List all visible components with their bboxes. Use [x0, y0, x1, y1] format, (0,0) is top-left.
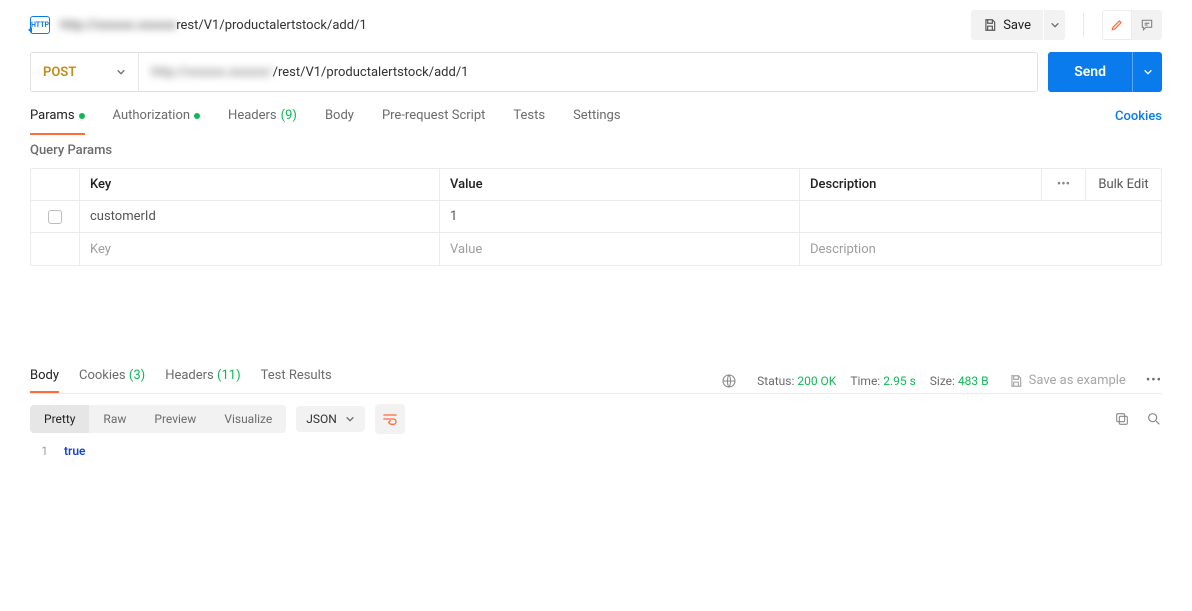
save-button-group: Save [971, 10, 1065, 40]
param-desc-input[interactable]: Description [799, 233, 1041, 265]
wrap-lines-button[interactable] [375, 404, 405, 434]
save-icon [983, 18, 997, 32]
chevron-down-icon [1050, 20, 1060, 30]
view-pretty[interactable]: Pretty [30, 405, 89, 433]
response-type-select[interactable]: JSON [296, 406, 365, 432]
save-icon [1009, 374, 1023, 388]
column-key: Key [79, 169, 439, 200]
cookies-link[interactable]: Cookies [1115, 109, 1162, 134]
method-label: POST [43, 65, 76, 80]
chevron-down-icon [116, 67, 126, 77]
save-button[interactable]: Save [971, 10, 1043, 40]
chevron-down-icon [1143, 67, 1153, 77]
tab-title-path: rest/V1/productalertstock/add/1 [176, 18, 367, 33]
column-description: Description [799, 169, 1041, 200]
divider [1083, 13, 1084, 37]
view-mode-segmented: Pretty Raw Preview Visualize [30, 405, 286, 433]
comment-button[interactable] [1132, 10, 1162, 40]
send-dropdown[interactable] [1132, 52, 1162, 92]
url-path: /rest/V1/productalertstock/add/1 [273, 65, 469, 80]
url-host: http://xxxxxx.xxxxxx/ [151, 65, 273, 80]
param-key-input[interactable]: Key [79, 233, 439, 265]
tab-authorization[interactable]: Authorization [113, 108, 201, 135]
row-checkbox[interactable] [48, 210, 62, 224]
size-value: 483 B [958, 374, 989, 388]
send-button-group: Send [1048, 52, 1162, 92]
table-row: customerId 1 [31, 201, 1161, 233]
dots-icon: ••• [1057, 177, 1070, 192]
param-value-input[interactable]: Value [439, 233, 799, 265]
response-tab-cookies[interactable]: Cookies (3) [79, 368, 145, 393]
response-tab-headers[interactable]: Headers (11) [165, 368, 240, 393]
more-actions[interactable]: ••• [1146, 373, 1162, 388]
tab-headers[interactable]: Headers (9) [228, 108, 297, 135]
chevron-down-icon [345, 414, 355, 424]
tab-title-host: http://xxxxxx.xxxxxx [60, 18, 176, 33]
table-header-row: Key Value Description ••• Bulk Edit [31, 169, 1161, 201]
code-token: true [64, 444, 86, 458]
param-value-input[interactable]: 1 [439, 201, 799, 232]
method-select[interactable]: POST [31, 53, 139, 91]
more-options[interactable]: ••• [1041, 169, 1085, 200]
param-desc-input[interactable] [799, 201, 1041, 232]
dot-icon [79, 113, 85, 119]
query-params-table: Key Value Description ••• Bulk Edit cust… [30, 168, 1162, 266]
tab-prerequest[interactable]: Pre-request Script [382, 108, 485, 135]
tab-params[interactable]: Params [30, 108, 85, 135]
response-tab-body[interactable]: Body [30, 368, 59, 393]
query-params-title: Query Params [0, 135, 1192, 168]
request-box: POST http://xxxxxx.xxxxxx//rest/V1/produ… [30, 52, 1038, 92]
table-row-empty: Key Value Description [31, 233, 1161, 265]
save-dropdown[interactable] [1043, 10, 1065, 40]
tab-tests[interactable]: Tests [513, 108, 545, 135]
line-number: 1 [30, 444, 48, 458]
code-line: 1 true [30, 444, 1162, 458]
edit-button[interactable] [1102, 10, 1132, 40]
response-meta: Status: 200 OK Time: 2.95 s Size: 483 B [757, 374, 988, 388]
wrap-icon [382, 412, 398, 426]
tab-title[interactable]: http://xxxxxx.xxxxxxrest/V1/productalert… [60, 18, 367, 33]
http-badge-icon: HTTP [30, 16, 50, 34]
response-body-area[interactable]: 1 true [0, 438, 1192, 464]
globe-icon[interactable] [721, 373, 737, 389]
save-as-example-button[interactable]: Save as example [1009, 373, 1126, 388]
view-raw[interactable]: Raw [89, 405, 140, 433]
save-label: Save [1003, 18, 1031, 33]
response-tab-testresults[interactable]: Test Results [261, 368, 332, 393]
view-visualize[interactable]: Visualize [210, 405, 286, 433]
view-preview[interactable]: Preview [140, 405, 210, 433]
search-icon[interactable] [1146, 411, 1162, 427]
tab-settings[interactable]: Settings [573, 108, 620, 135]
url-input[interactable]: http://xxxxxx.xxxxxx//rest/V1/productale… [139, 53, 1037, 91]
dot-icon [194, 113, 200, 119]
comment-icon [1140, 18, 1154, 32]
time-value: 2.95 s [883, 374, 916, 388]
copy-icon[interactable] [1114, 411, 1130, 427]
param-key-input[interactable]: customerId [79, 201, 439, 232]
column-value: Value [439, 169, 799, 200]
send-button[interactable]: Send [1048, 52, 1132, 92]
pencil-icon [1110, 18, 1124, 32]
tab-body[interactable]: Body [325, 108, 354, 135]
bulk-edit-button[interactable]: Bulk Edit [1085, 169, 1161, 200]
status-value: 200 OK [797, 374, 836, 388]
